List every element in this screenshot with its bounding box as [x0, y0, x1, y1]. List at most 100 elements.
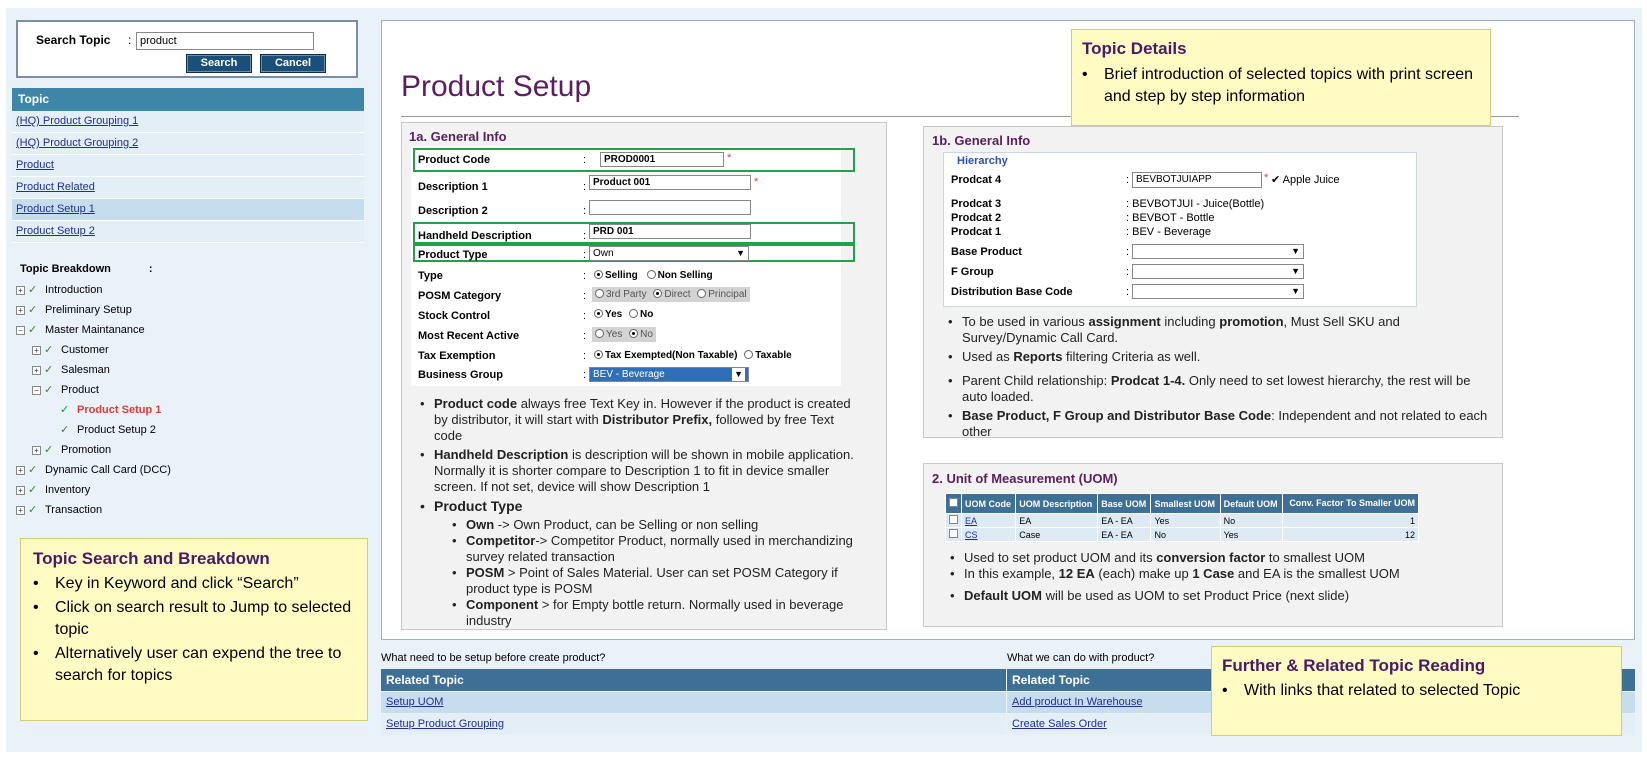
colon: :	[1126, 246, 1130, 258]
posm-radio-group: 3rd Party Direct Principal	[592, 287, 750, 302]
prodcat1-value: : BEV - Beverage	[1126, 226, 1211, 238]
row-checkbox[interactable]	[945, 513, 962, 528]
topic-item-selected[interactable]: Product Setup 1	[12, 199, 364, 221]
radio-button[interactable]	[697, 289, 707, 298]
topic-item[interactable]: Product	[12, 155, 364, 177]
folder-icon: ✓	[60, 423, 70, 436]
tree-node[interactable]: ✓ Product Setup 2	[60, 420, 171, 440]
search-button[interactable]: Search	[186, 54, 252, 73]
recent-radio-group: Yes No	[592, 327, 656, 342]
note-bullet: In this example, 12 EA (each) make up 1 …	[948, 566, 1498, 582]
note-bullet: Base Product, F Group and Distributor Ba…	[946, 408, 1496, 440]
expand-icon[interactable]: +	[32, 445, 41, 455]
note-item: Brief introduction of selected topics wi…	[1082, 64, 1480, 108]
topic-item[interactable]: (HQ) Product Grouping 1	[12, 111, 364, 133]
row-checkbox[interactable]	[945, 527, 962, 542]
field-label: Tax Exemption	[418, 350, 496, 362]
expand-icon[interactable]: +	[16, 465, 25, 475]
distribution-base-code-select[interactable]: ▼	[1132, 284, 1304, 299]
field-label: Distribution Base Code	[951, 286, 1073, 298]
tree-node[interactable]: − ✓ Product	[32, 380, 171, 400]
tree-node[interactable]: + ✓ Inventory	[16, 480, 171, 500]
tree-node[interactable]: − ✓ Master Maintanance	[16, 320, 171, 340]
column-header: Conv. Factor To Smaller UOM	[1282, 493, 1419, 514]
radio-button[interactable]	[646, 270, 656, 279]
radio-button[interactable]	[653, 289, 663, 298]
handheld-description-field[interactable]: PRD 001	[589, 224, 751, 239]
radio-button[interactable]	[594, 270, 603, 279]
table-cell: No	[1219, 513, 1284, 528]
note-sub-bullet: Own -> Own Product, can be Selling or no…	[450, 517, 858, 533]
chevron-down-icon: ▼	[1291, 266, 1300, 276]
note-bullet: To be used in various assignment includi…	[946, 314, 1496, 346]
search-input[interactable]	[136, 32, 314, 50]
expand-icon[interactable]: +	[16, 305, 25, 315]
topic-link[interactable]: Product Setup 1	[16, 203, 95, 215]
f-group-select[interactable]: ▼	[1132, 264, 1304, 279]
tree-node[interactable]: + ✓ Promotion	[32, 440, 171, 460]
description2-field[interactable]	[589, 200, 751, 215]
collapse-icon[interactable]: −	[32, 385, 41, 395]
topic-link[interactable]: (HQ) Product Grouping 1	[16, 115, 138, 127]
topic-item[interactable]: (HQ) Product Grouping 2	[12, 133, 364, 155]
radio-button[interactable]	[594, 309, 603, 318]
cancel-button[interactable]: Cancel	[260, 54, 326, 73]
radio-button[interactable]	[744, 350, 754, 359]
base-product-select[interactable]: ▼	[1132, 244, 1304, 259]
product-code-field[interactable]: PROD0001	[600, 152, 724, 167]
column-header: Smallest UOM	[1150, 493, 1221, 514]
topic-link[interactable]: Product	[16, 159, 54, 171]
expand-icon[interactable]: +	[32, 365, 41, 375]
related-link[interactable]: Add product In Warehouse	[1012, 696, 1142, 708]
folder-icon: ✓	[28, 483, 38, 496]
radio-button[interactable]	[629, 329, 639, 338]
topic-item[interactable]: Product Setup 2	[12, 221, 364, 243]
table-header-row: UOM Code UOM Description Base UOM Smalle…	[945, 493, 1419, 514]
business-group-select[interactable]: BEV - Beverage ▼	[589, 367, 749, 382]
related-link[interactable]: Create Sales Order	[1012, 718, 1107, 730]
related-link[interactable]: Setup Product Grouping	[386, 718, 504, 730]
topic-link[interactable]: (HQ) Product Grouping 2	[16, 137, 138, 149]
radio-button[interactable]	[629, 309, 639, 318]
collapse-icon[interactable]: −	[16, 325, 25, 335]
radio-button[interactable]	[594, 350, 603, 359]
radio-button[interactable]	[595, 329, 604, 338]
expand-icon[interactable]: +	[32, 345, 41, 355]
uom-code-link[interactable]: EA	[965, 516, 977, 526]
section-title: 1a. General Info	[409, 129, 507, 144]
product-type-select[interactable]: Own ▼	[589, 246, 749, 261]
tree-node[interactable]: + ✓ Salesman	[32, 360, 171, 380]
general-info-1a-notes: Product code always free Text Key in. Ho…	[418, 396, 858, 629]
related-row: Setup UOM	[381, 692, 1006, 713]
prodcat4-field[interactable]: BEVBOTJUIAPP	[1132, 172, 1262, 188]
topic-link[interactable]: Product Setup 2	[16, 225, 95, 237]
radio-button[interactable]	[595, 289, 604, 298]
related-row: Setup Product Grouping	[381, 714, 1006, 735]
tree-node[interactable]: + ✓ Customer	[32, 340, 171, 360]
hierarchy-label: Hierarchy	[957, 155, 1008, 167]
required-mark: *	[754, 176, 759, 188]
related-after-label: What we can do with product?	[1007, 652, 1155, 664]
expand-icon[interactable]: +	[16, 485, 25, 495]
tree-node[interactable]: + ✓ Dynamic Call Card (DCC)	[16, 460, 171, 480]
select-all-checkbox[interactable]	[945, 493, 962, 514]
related-header: Related Topic	[381, 669, 1006, 691]
column-header: Base UOM	[1097, 493, 1152, 514]
folder-icon: ✓	[60, 403, 70, 416]
expand-icon[interactable]: +	[16, 505, 25, 515]
description1-field[interactable]: Product 001	[589, 175, 751, 190]
related-link[interactable]: Setup UOM	[386, 696, 443, 708]
expand-icon[interactable]: +	[16, 285, 25, 295]
tree-node-active[interactable]: ✓ Product Setup 1	[60, 400, 171, 420]
column-header: UOM Code	[960, 493, 1017, 514]
colon: :	[583, 230, 587, 242]
chevron-down-icon: ▼	[1291, 286, 1300, 296]
note-sub-bullet: Component > for Empty bottle return. Nor…	[450, 597, 858, 629]
topic-item[interactable]: Product Related	[12, 177, 364, 199]
tree-node[interactable]: + ✓ Preliminary Setup	[16, 300, 171, 320]
tree-node[interactable]: + ✓ Transaction	[16, 500, 171, 520]
uom-code-link[interactable]: CS	[965, 530, 978, 540]
topic-link[interactable]: Product Related	[16, 181, 95, 193]
folder-icon: ✓	[28, 283, 38, 296]
tree-node[interactable]: + ✓ Introduction	[16, 280, 171, 300]
